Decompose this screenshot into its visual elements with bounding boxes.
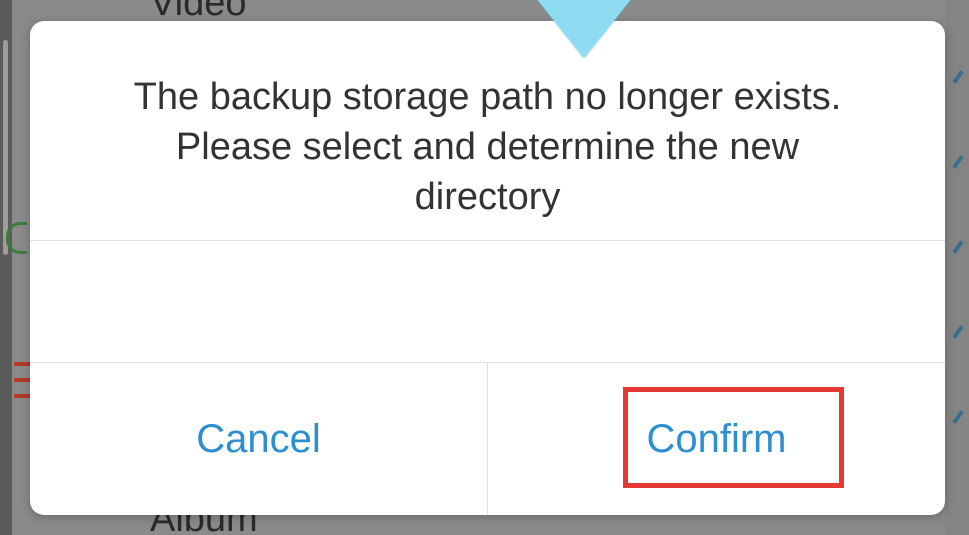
- background-menu-icon: [14, 394, 30, 398]
- backup-path-dialog: The backup storage path no longer exists…: [30, 21, 945, 515]
- background-ring-icon: [6, 222, 27, 254]
- background-item-video: Video: [150, 0, 247, 24]
- background-scrollbar: [3, 40, 8, 255]
- background-menu-icon: [14, 378, 30, 382]
- cancel-button[interactable]: Cancel: [30, 363, 487, 515]
- dialog-message-line: The backup storage path no longer exists…: [133, 76, 842, 118]
- dialog-message-line: directory: [414, 176, 561, 218]
- dialog-message-line: Please select and determine the new: [175, 126, 800, 168]
- background-menu-icon: [14, 362, 30, 366]
- dialog-message: The backup storage path no longer exists…: [30, 72, 945, 222]
- confirm-button[interactable]: Confirm: [488, 363, 945, 515]
- tooltip-arrow: [528, 0, 640, 58]
- dialog-divider: [30, 240, 945, 241]
